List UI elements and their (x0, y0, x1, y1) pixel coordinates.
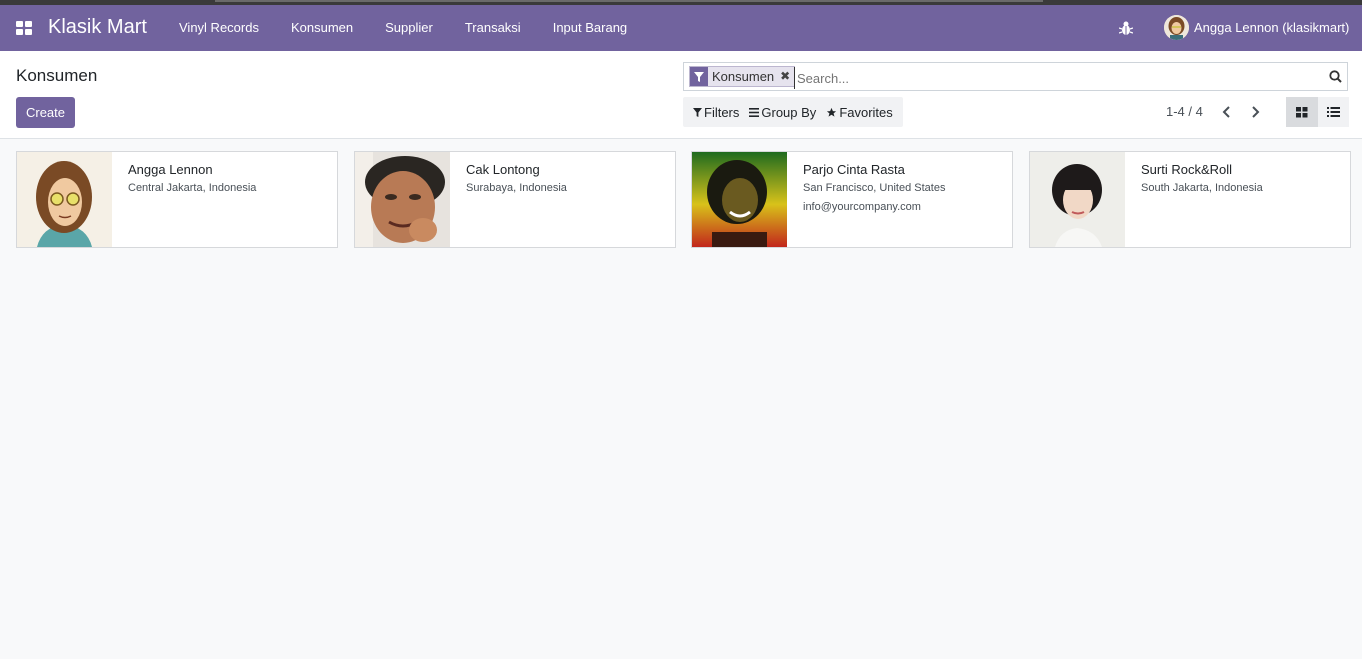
filter-icon (693, 107, 702, 117)
filter-icon (690, 67, 708, 86)
card-name: Parjo Cinta Rasta (803, 162, 905, 177)
search-facet: Konsumen ✖ (689, 66, 796, 87)
card-photo (692, 152, 787, 247)
card-name: Surti Rock&Roll (1141, 162, 1233, 177)
kanban-card[interactable]: Surti Rock&Roll South Jakarta, Indonesia (1029, 151, 1351, 248)
list-view-button[interactable] (1318, 97, 1349, 127)
card-address: Central Jakarta, Indonesia (128, 182, 257, 194)
kanban-card[interactable]: Parjo Cinta Rasta San Francisco, United … (691, 151, 1013, 248)
card-address: San Francisco, United States (803, 182, 946, 194)
search-facet-label: Konsumen (712, 69, 775, 84)
bars-icon (749, 107, 760, 117)
kanban-card[interactable]: Angga Lennon Central Jakarta, Indonesia (16, 151, 338, 248)
favorites-label: Favorites (839, 104, 893, 120)
search-bar: Konsumen ✖ (683, 62, 1348, 91)
app-brand[interactable]: Klasik Mart (48, 16, 147, 39)
list-view-icon (1327, 107, 1340, 117)
main-navbar: Klasik Mart Vinyl Records Konsumen Suppl… (0, 5, 1362, 51)
top-menu: Vinyl Records Konsumen Supplier Transaks… (163, 5, 643, 51)
search-input[interactable] (794, 67, 1319, 89)
search-options: Filters Group By Favorites (683, 97, 903, 127)
kanban-view-icon (1296, 106, 1308, 117)
avatar (1164, 15, 1189, 40)
group-by-button[interactable]: Group By (744, 105, 821, 120)
menu-item-transaksi[interactable]: Transaksi (449, 5, 537, 51)
menu-item-input-barang[interactable]: Input Barang (537, 5, 643, 51)
chevron-right-icon[interactable] (1249, 105, 1261, 119)
apps-grid-icon[interactable] (16, 21, 32, 35)
card-address: South Jakarta, Indonesia (1141, 182, 1263, 194)
pager-value[interactable]: 1-4 / 4 (1166, 104, 1203, 119)
card-name: Cak Lontong (466, 162, 540, 177)
card-photo (17, 152, 112, 247)
close-icon[interactable]: ✖ (780, 67, 790, 86)
page-title: Konsumen (16, 66, 98, 85)
card-name: Angga Lennon (128, 162, 213, 177)
favorites-button[interactable]: Favorites (821, 105, 897, 120)
kanban-view-button[interactable] (1286, 97, 1318, 127)
control-panel: Konsumen Create Konsumen ✖ Filters Group… (0, 51, 1362, 139)
menu-item-vinyl-records[interactable]: Vinyl Records (163, 5, 275, 51)
card-photo (1030, 152, 1125, 247)
bug-icon[interactable] (1119, 20, 1133, 36)
filters-label: Filters (704, 104, 740, 120)
chevron-left-icon[interactable] (1221, 105, 1233, 119)
user-name: Angga Lennon (klasikmart) (1194, 20, 1350, 35)
kanban-card[interactable]: Cak Lontong Surabaya, Indonesia (354, 151, 676, 248)
filters-button[interactable]: Filters (688, 105, 744, 120)
search-icon[interactable] (1329, 70, 1342, 83)
group-by-label: Group By (761, 104, 817, 120)
star-icon (827, 107, 837, 117)
menu-item-supplier[interactable]: Supplier (369, 5, 449, 51)
create-button[interactable]: Create (16, 97, 75, 128)
user-menu[interactable]: Angga Lennon (klasikmart) (1164, 15, 1349, 40)
card-address: Surabaya, Indonesia (466, 182, 567, 194)
card-email: info@yourcompany.com (803, 201, 921, 213)
card-photo (355, 152, 450, 247)
menu-item-konsumen[interactable]: Konsumen (275, 5, 369, 51)
